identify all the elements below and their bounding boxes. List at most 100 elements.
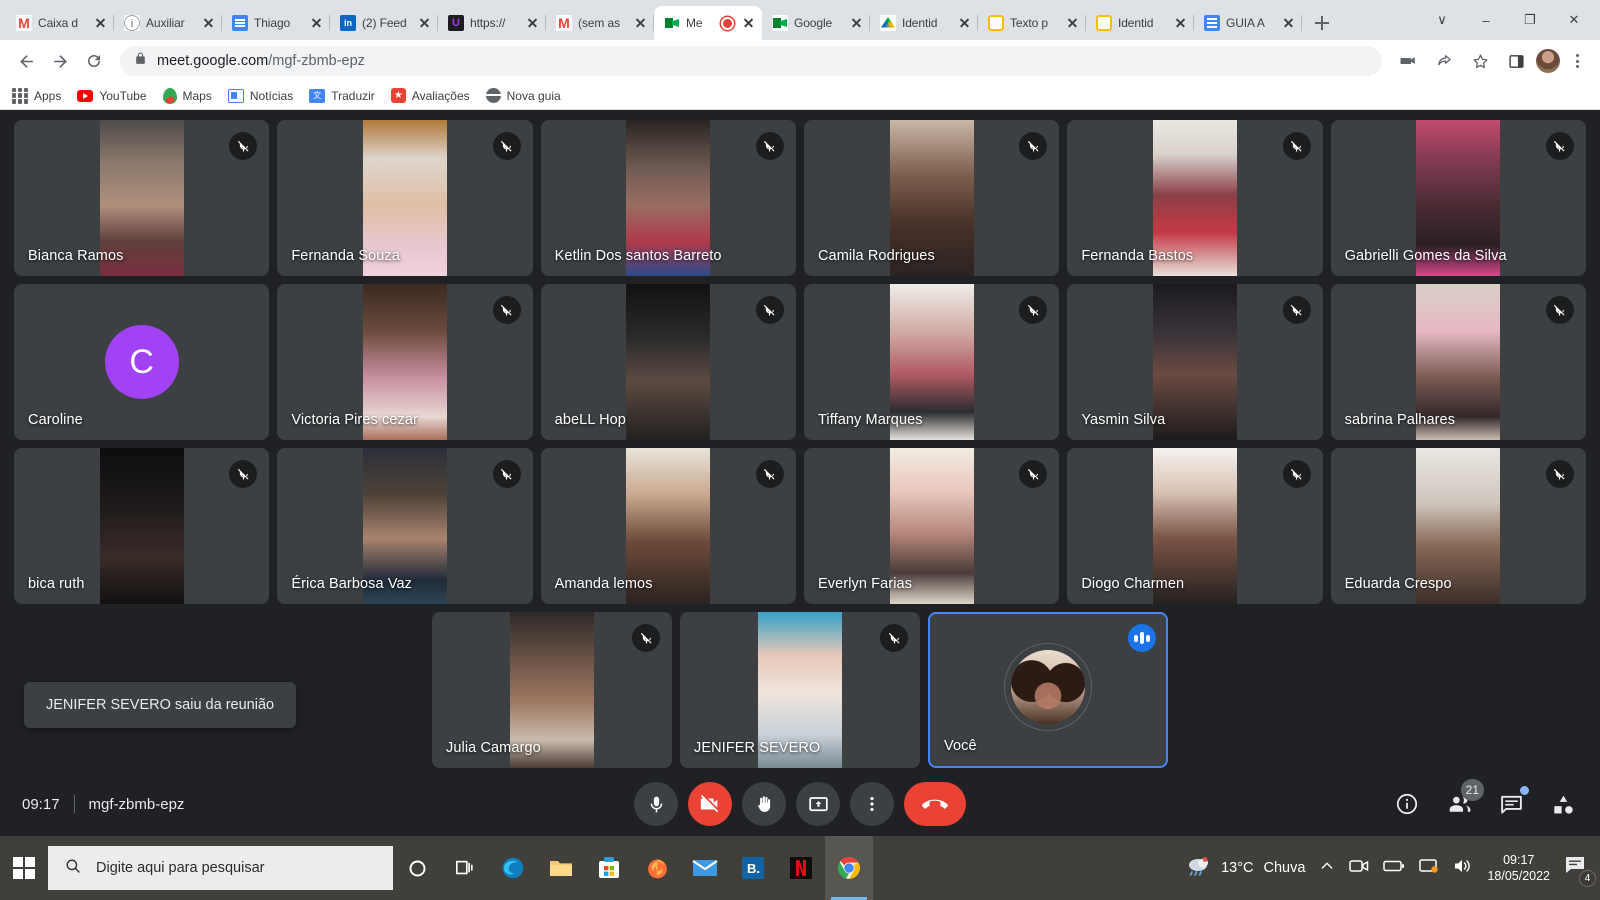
weather-widget[interactable]: 13°C Chuva (1185, 855, 1305, 881)
participant-tile[interactable]: Julia Camargo (432, 612, 672, 768)
browser-tab[interactable]: Auxiliar (114, 6, 222, 40)
onedrive-icon[interactable] (1419, 858, 1439, 879)
video-camera-icon[interactable] (1392, 45, 1424, 77)
browser-tab-active[interactable]: Me (654, 6, 762, 40)
maximize-button[interactable]: ❐ (1508, 4, 1552, 36)
volume-icon[interactable] (1453, 857, 1473, 880)
participant-tile[interactable]: bica ruth (14, 448, 270, 604)
browser-tab[interactable]: https:// (438, 6, 546, 40)
camera-button[interactable] (688, 782, 732, 826)
participant-tile[interactable]: Fernanda Bastos (1067, 120, 1323, 276)
meeting-details-button[interactable] (1392, 789, 1422, 819)
close-tab-button[interactable] (632, 15, 648, 31)
microsoft-store-icon[interactable] (585, 836, 633, 900)
browser-tab[interactable]: Identid (1086, 6, 1194, 40)
new-tab-button[interactable] (1308, 9, 1336, 37)
participant-tile[interactable]: sabrina Palhares (1330, 284, 1586, 440)
browser-tab[interactable]: Caixa d (6, 6, 114, 40)
back-button[interactable] (10, 45, 42, 77)
bookmark-maps[interactable]: Maps (162, 87, 212, 104)
bookmark-traduzir[interactable]: Traduzir (309, 88, 375, 103)
chat-button[interactable] (1496, 786, 1529, 819)
participant-name: Amanda lemos (554, 576, 653, 592)
edge-icon[interactable] (489, 836, 537, 900)
mail-icon[interactable] (681, 836, 729, 900)
browser-tab[interactable]: Texto p (978, 6, 1086, 40)
bookmark-avaliacoes[interactable]: Avaliações (390, 88, 470, 103)
bookmark-nova-guia[interactable]: Nova guia (485, 88, 561, 103)
bookmark-youtube[interactable]: YouTube (77, 89, 147, 103)
participant-tile[interactable]: Tiffany Marques (803, 284, 1060, 440)
participant-tile[interactable]: Érica Barbosa Vaz (277, 448, 533, 604)
participant-tile[interactable]: Yasmin Silva (1067, 284, 1323, 440)
close-tab-button[interactable] (416, 15, 432, 31)
participant-tile[interactable]: Fernanda Souza (277, 120, 533, 276)
browser-tab[interactable]: (2) Feed (330, 6, 438, 40)
close-window-button[interactable]: ✕ (1552, 4, 1596, 36)
cortana-icon[interactable] (393, 836, 441, 900)
show-participants-button[interactable]: 21 (1444, 779, 1484, 819)
close-tab-button[interactable] (92, 15, 108, 31)
participant-tile[interactable]: Bianca Ramos (14, 120, 270, 276)
chrome-icon[interactable] (825, 836, 873, 900)
bookmark-noticias[interactable]: Notícias (227, 88, 293, 103)
bookmark-apps[interactable]: Apps (12, 87, 61, 104)
mic-off-icon (492, 296, 521, 324)
browser-tab[interactable]: Identid (870, 6, 978, 40)
share-icon[interactable] (1428, 45, 1460, 77)
task-view-icon[interactable] (441, 836, 489, 900)
forward-button[interactable] (44, 45, 76, 77)
participant-tile[interactable]: JENIFER SEVERO (680, 612, 920, 768)
browser-tab[interactable]: Thiago (222, 6, 330, 40)
booking-icon[interactable]: B. (729, 836, 777, 900)
close-tab-button[interactable] (1064, 15, 1080, 31)
close-tab-button[interactable] (1172, 15, 1188, 31)
close-tab-button[interactable] (956, 15, 972, 31)
minimize-button[interactable]: – (1464, 4, 1508, 36)
raise-hand-button[interactable] (742, 782, 786, 826)
microphone-button[interactable] (634, 782, 678, 826)
activities-button[interactable] (1548, 789, 1578, 819)
more-options-button[interactable] (850, 782, 894, 826)
browser-tab[interactable]: Google (762, 6, 870, 40)
close-tab-button[interactable] (308, 15, 324, 31)
close-tab-button[interactable] (848, 15, 864, 31)
reload-button[interactable] (78, 45, 110, 77)
firefox-icon[interactable] (633, 836, 681, 900)
participant-tile[interactable]: Amanda lemos (540, 448, 796, 604)
taskbar-clock[interactable]: 09:17 18/05/2022 (1487, 852, 1550, 884)
tab-search-icon[interactable]: ∨ (1420, 4, 1464, 36)
close-tab-button[interactable] (524, 15, 540, 31)
browser-tab[interactable]: GUIA A (1194, 6, 1302, 40)
participant-tile[interactable]: Ketlin Dos santos Barreto (540, 120, 796, 276)
present-screen-button[interactable] (796, 782, 840, 826)
close-tab-button[interactable] (740, 15, 756, 31)
profile-avatar[interactable] (1536, 49, 1560, 73)
participant-tile[interactable]: abeLL Hop (540, 284, 796, 440)
address-bar[interactable]: meet.google.com/mgf-zbmb-epz (120, 46, 1382, 76)
self-participant-tile[interactable]: Você (928, 612, 1168, 768)
participant-tile[interactable]: C Caroline (14, 284, 270, 440)
start-button[interactable] (0, 836, 48, 900)
camera-tray-icon[interactable] (1349, 858, 1369, 879)
side-panel-icon[interactable] (1500, 45, 1532, 77)
browser-tab[interactable]: (sem as (546, 6, 654, 40)
bookmark-star-icon[interactable] (1464, 45, 1496, 77)
participant-tile[interactable]: Eduarda Crespo (1330, 448, 1586, 604)
battery-icon[interactable] (1383, 859, 1405, 878)
file-explorer-icon[interactable] (537, 836, 585, 900)
netflix-icon[interactable] (777, 836, 825, 900)
participant-tile[interactable]: Victoria Pires cezar (277, 284, 533, 440)
participant-tile[interactable]: Diogo Charmen (1067, 448, 1323, 604)
leave-call-button[interactable] (904, 782, 966, 826)
participant-tile[interactable]: Gabrielli Gomes da Silva (1330, 120, 1586, 276)
notifications-button[interactable]: 4 (1564, 855, 1596, 887)
close-tab-button[interactable] (1280, 15, 1296, 31)
participant-tile[interactable]: Camila Rodrigues (803, 120, 1060, 276)
chrome-menu-button[interactable] (1564, 48, 1590, 74)
participant-name: Fernanda Souza (291, 248, 400, 264)
search-input[interactable]: Digite aqui para pesquisar (48, 846, 393, 890)
participant-tile[interactable]: Everlyn Farias (803, 448, 1060, 604)
close-tab-button[interactable] (200, 15, 216, 31)
show-hidden-icons-button[interactable] (1319, 858, 1335, 879)
